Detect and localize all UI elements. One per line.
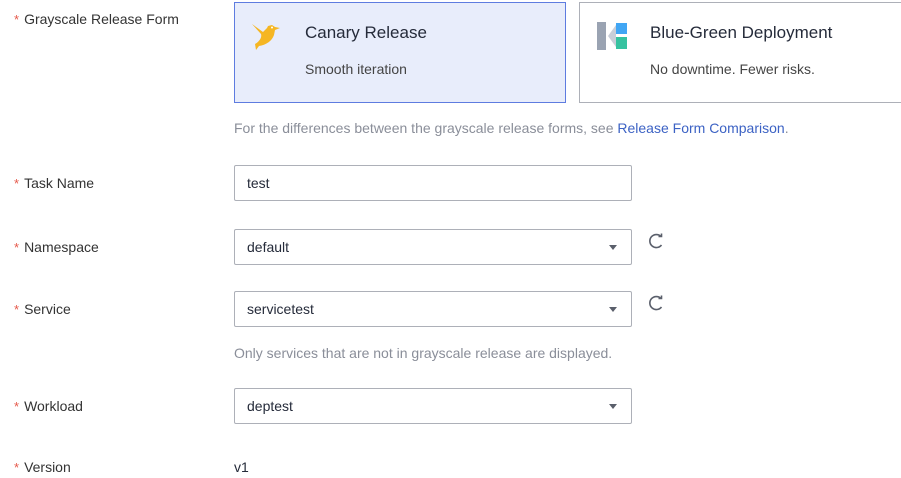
chevron-down-icon xyxy=(609,245,617,250)
version-value: v1 xyxy=(234,459,249,475)
refresh-icon[interactable] xyxy=(646,231,666,251)
required-mark: * xyxy=(14,460,20,475)
chevron-down-icon xyxy=(609,404,617,409)
required-mark: * xyxy=(14,399,20,414)
canary-release-desc: Smooth iteration xyxy=(305,61,407,77)
workload-select[interactable]: deptest xyxy=(234,388,632,424)
canary-release-card[interactable]: Canary Release Smooth iteration xyxy=(234,2,566,103)
release-form-comparison-link[interactable]: Release Form Comparison xyxy=(617,120,784,136)
refresh-icon[interactable] xyxy=(646,293,666,313)
required-mark: * xyxy=(14,240,20,255)
workload-value: deptest xyxy=(247,398,293,414)
service-value: servicetest xyxy=(247,301,314,317)
required-mark: * xyxy=(14,176,20,191)
required-mark: * xyxy=(14,302,20,317)
namespace-label: * Namespace xyxy=(14,239,99,255)
workload-label: * Workload xyxy=(14,398,83,414)
service-select[interactable]: servicetest xyxy=(234,291,632,327)
chevron-down-icon xyxy=(609,307,617,312)
namespace-value: default xyxy=(247,239,290,255)
task-name-value: test xyxy=(247,175,270,191)
blue-green-icon xyxy=(597,22,627,50)
blue-green-title: Blue-Green Deployment xyxy=(650,23,833,42)
required-mark: * xyxy=(14,12,20,27)
version-label: * Version xyxy=(14,459,71,475)
blue-green-card[interactable]: Blue-Green Deployment No downtime. Fewer… xyxy=(579,2,901,103)
service-hint: Only services that are not in grayscale … xyxy=(234,345,613,361)
canary-release-title: Canary Release xyxy=(305,23,427,42)
canary-bird-icon xyxy=(252,24,280,50)
release-form-label: * Grayscale Release Form xyxy=(14,11,179,27)
blue-green-desc: No downtime. Fewer risks. xyxy=(650,61,815,77)
namespace-select[interactable]: default xyxy=(234,229,632,265)
service-label: * Service xyxy=(14,301,71,317)
task-name-label: * Task Name xyxy=(14,175,95,191)
release-form-hint: For the differences between the grayscal… xyxy=(234,120,789,136)
task-name-input[interactable]: test xyxy=(234,165,632,201)
